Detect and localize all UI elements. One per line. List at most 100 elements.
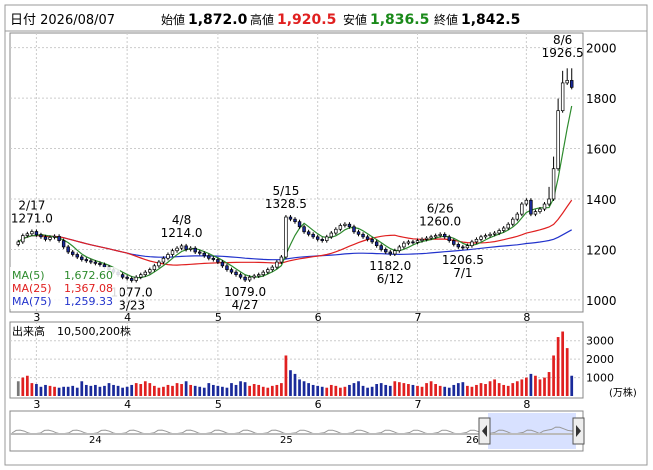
volume-bar [556, 337, 560, 396]
volume-bar [35, 384, 38, 396]
volume-bar [57, 387, 61, 396]
candle-body [234, 271, 238, 276]
candle-body [270, 266, 275, 270]
candle-body [188, 247, 193, 250]
chart-stage: 日付 2026/08/07 始値 1,872.0 高値 1,920.5 安値 1… [0, 0, 653, 470]
price-tick-label: 2000 [586, 42, 617, 56]
annotation-date: 2/17 [18, 199, 45, 213]
candle-body [492, 232, 497, 235]
annotation-date: 6/12 [377, 272, 404, 286]
month-tick-label: 4 [124, 398, 131, 411]
volume-bar [334, 385, 338, 396]
annotation-value: 1182.0 [369, 259, 411, 273]
volume-bar [270, 385, 274, 396]
candle-body [352, 226, 356, 233]
month-axis-bottom: 3 4 5 6 7 8 [33, 398, 530, 411]
volume-bar [425, 383, 428, 396]
candle-body [279, 256, 284, 263]
volume-bar [143, 381, 147, 396]
candle-body [66, 246, 70, 253]
volume-bar [221, 386, 224, 396]
volume-bar [248, 385, 251, 396]
volume-bar [520, 379, 524, 396]
candle-body [311, 233, 315, 238]
candle-body [284, 216, 288, 258]
volume-bar [80, 381, 84, 396]
volume-bar [175, 383, 179, 396]
volume-bar [112, 384, 115, 396]
candle-body [320, 239, 324, 241]
candle-body [361, 233, 365, 238]
price-tick-label: 1200 [586, 243, 617, 257]
volume-bar [162, 386, 165, 396]
candle-body [30, 231, 34, 235]
volume-bar [488, 381, 492, 396]
overview-handle-left[interactable] [478, 417, 491, 445]
volume-bar [94, 384, 97, 396]
annotation-date: 6/26 [427, 201, 454, 215]
candle-body [61, 240, 66, 248]
candle-body [302, 226, 306, 233]
volume-bar [266, 387, 270, 396]
volume-bar [239, 381, 242, 396]
volume-bar [420, 386, 424, 396]
candle-body [220, 261, 225, 267]
volume-bar [98, 386, 102, 396]
candle-body [247, 276, 252, 281]
candle-body [21, 235, 25, 243]
candle-body [175, 247, 179, 252]
volume-bar [379, 383, 383, 396]
annotation-date: 7/1 [453, 266, 472, 280]
candle-body [365, 236, 370, 240]
volume-bar [243, 382, 247, 396]
candle-body [547, 198, 551, 205]
candle-body [84, 259, 89, 262]
volume-bar [316, 385, 320, 396]
volume-bar [320, 386, 324, 396]
volume-bar [230, 383, 233, 396]
volume-bar [484, 384, 487, 396]
volume-bar [502, 384, 506, 396]
candle-body [433, 235, 438, 238]
volume-bar [75, 387, 79, 396]
overview-handle-right[interactable] [572, 417, 585, 445]
volume-bar [275, 384, 279, 396]
candle-body [447, 236, 451, 241]
annotation-value: 1328.5 [265, 197, 307, 211]
candle-body [465, 245, 470, 249]
candle-body [415, 240, 420, 243]
candle-body [497, 230, 501, 234]
candle-body [347, 223, 352, 228]
candle-body [306, 231, 311, 235]
candle-body [474, 239, 479, 243]
volume-bar [216, 385, 220, 396]
candle-body [70, 251, 75, 255]
volume-bar [134, 383, 138, 396]
overview-label-24: 24 [89, 435, 102, 446]
volume-bar [148, 383, 152, 396]
candle-body [166, 254, 170, 259]
volume-bar [339, 387, 342, 396]
volume-bar [429, 381, 433, 396]
volume-unit: (万株) [609, 386, 637, 399]
candle-body [570, 80, 574, 88]
volume-bar [466, 385, 469, 396]
candle-body [406, 241, 411, 244]
candle-body [179, 245, 184, 249]
candle-body [16, 241, 20, 245]
candle-body [393, 250, 397, 255]
volume-bar [325, 387, 329, 396]
price-axis: 2000 1800 1600 1400 1200 1000 [586, 42, 617, 308]
price-tick-label: 1800 [586, 92, 617, 106]
candle-body [25, 233, 30, 236]
volume-bar [361, 385, 365, 396]
candle-body [529, 199, 533, 215]
candle-body [211, 257, 216, 260]
volume-bar [438, 385, 442, 396]
candle-body [452, 240, 456, 245]
candle-body [456, 244, 461, 248]
volume-bar [89, 385, 93, 396]
volume-bar [407, 384, 410, 396]
candle-body [533, 211, 538, 215]
candle-body [479, 236, 483, 240]
